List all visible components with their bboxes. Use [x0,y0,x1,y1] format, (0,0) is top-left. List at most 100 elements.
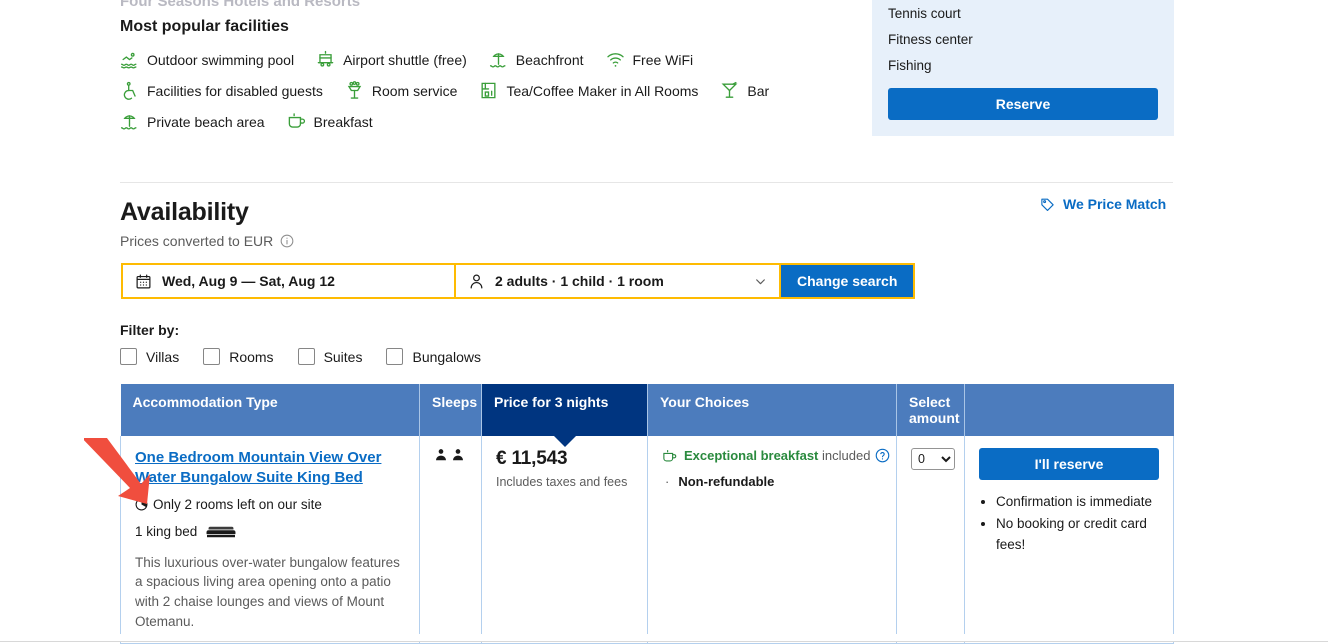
facility-label: Tea/Coffee Maker in All Rooms [506,82,699,99]
facility-label: Facilities for disabled guests [147,82,323,99]
facility-breakfast: Breakfast [287,112,373,131]
availability-table: Accommodation Type Sleeps Price for 3 ni… [120,384,1174,644]
scarcity-text: Only 2 rooms left on our site [153,496,322,512]
facilities-row: Private beach area Breakfast [120,112,860,131]
facility-label: Breakfast [313,113,373,130]
facility-private-beach-area: Private beach area [120,112,265,131]
table-header-row: Accommodation Type Sleeps Price for 3 ni… [120,384,1174,447]
room-service-icon [347,81,362,99]
filter-checkbox-rooms[interactable]: Rooms [203,348,274,365]
date-range-field[interactable]: Wed, Aug 9 — Sat, Aug 12 [121,263,455,299]
person-filled-icon [453,449,463,461]
chevron-down-icon[interactable] [754,275,767,288]
filter-checkbox-bungalows[interactable]: Bungalows [386,348,481,365]
breakfast-rest: included [818,448,871,463]
info-circle-icon[interactable] [280,234,294,248]
breakfast-bold: Exceptional breakfast [684,448,819,463]
facility-disabled-guests: Facilities for disabled guests [120,81,323,100]
filter-label: Bungalows [412,348,481,365]
change-search-button[interactable]: Change search [781,263,916,299]
list-item: No booking or credit card fees! [996,514,1159,555]
ill-reserve-button[interactable]: I'll reserve [979,448,1159,480]
filter-label: Suites [323,348,363,365]
breakfast-cup-icon [288,113,305,128]
cut-off-hotel-chain-title: Four Seasons Hotels and Resorts [120,0,361,10]
side-panel-item-fishing: Fishing [888,58,932,73]
breakfast-choice: Exceptional breakfast included [662,448,890,464]
question-circle-icon[interactable] [875,448,890,463]
breakfast-text: Exceptional breakfast included [684,448,870,463]
filter-checkbox-villas[interactable]: Villas [120,348,179,365]
bed-text: 1 king bed [135,523,198,539]
facility-label: Bar [747,82,770,99]
cell-reserve: I'll reserve Confirmation is immediate N… [964,436,1174,644]
filter-label: Rooms [229,348,274,365]
reserve-benefits-list: Confirmation is immediate No booking or … [979,492,1159,555]
beachfront-icon [489,53,506,68]
reserve-button[interactable]: Reserve [888,88,1158,120]
we-price-match-link[interactable]: We Price Match [1040,196,1166,212]
hotel-highlights-panel: Tennis court Fitness center Fishing Rese… [872,0,1174,136]
search-bar: Wed, Aug 9 — Sat, Aug 12 2 adults · 1 ch… [121,263,916,299]
table-row: One Bedroom Mountain View Over Water Bun… [120,436,1174,644]
facility-room-service: Room service [345,81,457,100]
occupancy-value: 2 adults · 1 child · 1 room [495,273,664,289]
price-column-notch [553,436,576,447]
person-filled-icon [436,449,446,461]
side-panel-item-fitness-center: Fitness center [888,32,973,47]
calendar-icon [136,274,151,288]
person-icon [470,274,483,288]
facility-free-wifi: Free WiFi [606,50,694,69]
checkbox-box[interactable] [120,348,137,365]
cell-accommodation-type: One Bedroom Mountain View Over Water Bun… [120,436,420,644]
facility-tea-coffee-maker: Tea/Coffee Maker in All Rooms [479,81,698,100]
facilities-heading: Most popular facilities [120,18,289,35]
facility-label: Airport shuttle (free) [343,51,467,68]
cell-select-amount: 0 1 2 [896,436,965,644]
select-amount-dropdown[interactable]: 0 1 2 [911,448,955,470]
header-select-amount[interactable]: Select amount [896,384,965,436]
swimming-pool-icon [120,52,137,69]
page-title: Availability [120,198,249,226]
header-sleeps[interactable]: Sleeps [419,384,482,436]
side-panel-item-tennis-court: Tennis court [888,6,961,21]
checkbox-box[interactable] [386,348,404,365]
we-price-match-label: We Price Match [1063,196,1167,212]
bed-configuration: 1 king bed [135,524,405,539]
facility-airport-shuttle: Airport shuttle (free) [316,50,467,69]
policy-text: Non-refundable [678,474,775,489]
cell-price: € 11,543 Includes taxes and fees [481,436,648,644]
price-note: Includes taxes and fees [496,475,628,489]
wheelchair-icon [123,81,136,100]
header-accommodation-type[interactable]: Accommodation Type [120,384,420,436]
room-name-link[interactable]: One Bedroom Mountain View Over Water Bun… [135,448,405,488]
checkbox-box[interactable] [203,348,221,365]
bed-icon [206,527,236,538]
price-tag-icon [1041,198,1054,211]
facility-beachfront: Beachfront [489,50,584,69]
pie-clock-icon [135,498,148,511]
booking-availability-page: Four Seasons Hotels and Resorts Most pop… [0,0,1328,644]
most-popular-facilities-section: Most popular facilities Outdoor swimming… [120,18,860,131]
cell-your-choices: Exceptional breakfast included · Non-ref… [647,436,897,644]
cocktail-glass-icon [721,81,738,98]
header-price[interactable]: Price for 3 nights [481,384,648,447]
facility-label: Free WiFi [632,51,694,68]
currency-note-text: Prices converted to EUR [120,233,274,249]
facility-bar: Bar [720,81,769,100]
cell-sleeps [419,436,482,644]
date-range-value: Wed, Aug 9 — Sat, Aug 12 [162,273,335,289]
coffee-machine-icon [481,82,496,99]
facility-label: Private beach area [147,113,265,130]
occupancy-field[interactable]: 2 adults · 1 child · 1 room [455,263,781,299]
section-divider [120,182,1173,183]
room-description: This luxurious over-water bungalow featu… [135,554,400,629]
availability-header: Availability Prices converted to EUR [120,198,294,249]
currency-note: Prices converted to EUR [120,233,294,249]
checkbox-box[interactable] [297,348,315,365]
facilities-row: Facilities for disabled guests Room serv… [120,81,860,100]
price-amount: € 11,543 [496,448,568,469]
filter-checkbox-suites[interactable]: Suites [297,348,363,365]
header-your-choices[interactable]: Your Choices [647,384,897,436]
sleeps-indicator [434,448,467,462]
